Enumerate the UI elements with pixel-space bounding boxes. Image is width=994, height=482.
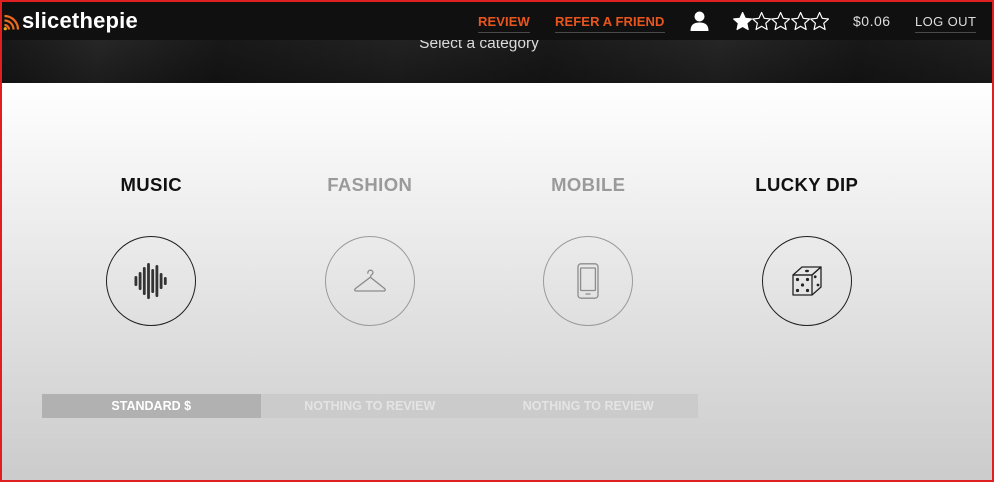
category-lucky-dip: LUCKY DIP xyxy=(698,83,917,482)
category-fashion: FASHION NOTHING TO REVIEW xyxy=(260,83,479,482)
dice-icon xyxy=(792,266,822,296)
category-selection: MUSIC STANDARD $ FASHION NOTHING TO REVI… xyxy=(0,83,994,482)
nav-review-link[interactable]: REVIEW xyxy=(478,15,530,33)
star-empty-icon xyxy=(809,11,829,31)
status-bar-music[interactable]: STANDARD $ xyxy=(42,394,261,418)
logout-link[interactable]: LOG OUT xyxy=(915,15,977,33)
star-filled-icon xyxy=(733,11,753,31)
sound-wave-icon xyxy=(134,263,167,299)
slicethepie-page: slicethepie REVIEW REFER A FRIEND $0.06 … xyxy=(0,0,994,482)
status-bar-fashion: NOTHING TO REVIEW xyxy=(260,394,479,418)
signal-waves-icon xyxy=(3,14,20,31)
star-empty-icon xyxy=(752,11,772,31)
star-rating xyxy=(733,11,829,31)
balance-amount: $0.06 xyxy=(853,13,891,29)
category-button-mobile xyxy=(543,236,634,326)
logo-link[interactable]: slicethepie xyxy=(2,6,142,34)
category-label: FASHION xyxy=(327,174,413,195)
category-label: MOBILE xyxy=(551,174,626,195)
logo-text: slicethepie xyxy=(22,8,138,33)
hanger-icon xyxy=(353,269,386,292)
category-button-music[interactable] xyxy=(106,236,197,326)
star-empty-icon xyxy=(771,11,791,31)
top-navigation-bar: slicethepie REVIEW REFER A FRIEND $0.06 … xyxy=(0,0,994,40)
user-icon[interactable] xyxy=(690,11,709,31)
nav-refer-friend-link[interactable]: REFER A FRIEND xyxy=(555,15,665,33)
star-empty-icon xyxy=(790,11,810,31)
category-mobile: MOBILE NOTHING TO REVIEW xyxy=(479,83,698,482)
mobile-phone-icon xyxy=(577,263,599,299)
category-button-lucky-dip[interactable] xyxy=(761,236,852,326)
category-music: MUSIC STANDARD $ xyxy=(42,83,261,482)
category-button-fashion xyxy=(324,236,415,326)
category-label: LUCKY DIP xyxy=(755,174,859,195)
status-bar-mobile: NOTHING TO REVIEW xyxy=(479,394,698,418)
category-label: MUSIC xyxy=(120,174,183,195)
